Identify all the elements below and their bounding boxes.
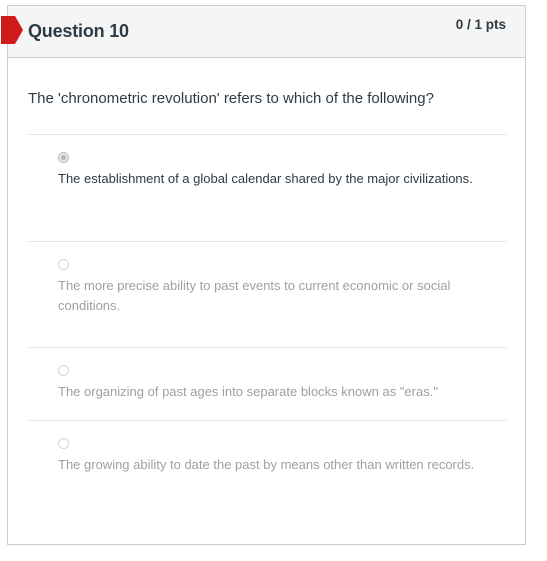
- answer-option-1[interactable]: The establishment of a global calendar s…: [58, 152, 488, 189]
- answer-option-4[interactable]: The growing ability to date the past by …: [58, 438, 488, 475]
- divider: [28, 134, 507, 135]
- divider: [28, 347, 507, 348]
- answer-option-2[interactable]: The more precise ability to past events …: [58, 259, 488, 316]
- answer-option-3[interactable]: The organizing of past ages into separat…: [58, 365, 488, 402]
- divider: [28, 420, 507, 421]
- radio-button[interactable]: [58, 438, 69, 449]
- radio-button[interactable]: [58, 259, 69, 270]
- answer-text: The growing ability to date the past by …: [58, 457, 475, 472]
- divider: [28, 241, 507, 242]
- question-header: Question 10 0 / 1 pts: [1, 6, 525, 58]
- answer-text: The organizing of past ages into separat…: [58, 384, 438, 399]
- radio-button[interactable]: [58, 365, 69, 376]
- question-card: Question 10 0 / 1 pts The 'chronometric …: [1, 5, 526, 545]
- question-title: Question 10: [28, 21, 129, 41]
- answer-text: The more precise ability to past events …: [58, 278, 451, 313]
- radio-button-selected[interactable]: [58, 152, 69, 163]
- answer-text: The establishment of a global calendar s…: [58, 171, 473, 186]
- points-label: 0 / 1 pts: [455, 17, 506, 32]
- question-text: The 'chronometric revolution' refers to …: [28, 90, 434, 107]
